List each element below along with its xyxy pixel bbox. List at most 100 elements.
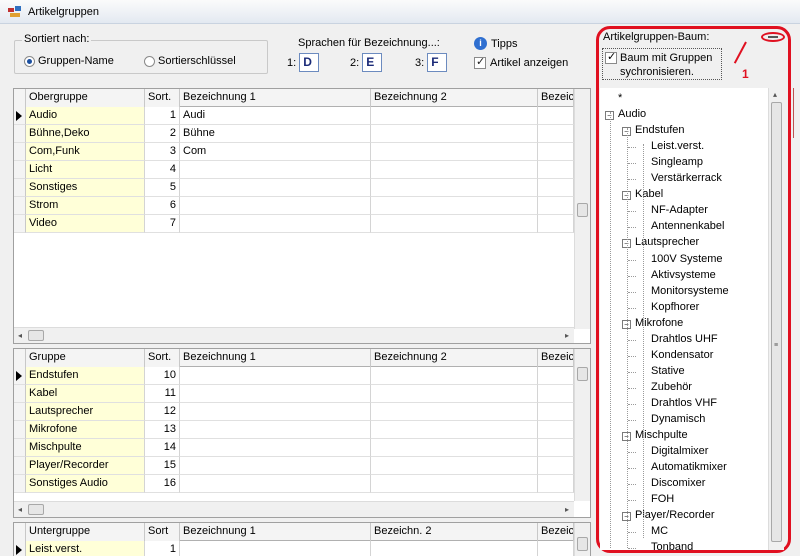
- col-header-bezeichnung-2[interactable]: Bezeichn. 2: [371, 523, 538, 541]
- cell-bezeichnung-1[interactable]: [180, 403, 371, 421]
- table-row[interactable]: [14, 233, 574, 251]
- cell-bezeichnung-3[interactable]: [538, 439, 574, 457]
- col-header-sort[interactable]: Sort.: [145, 89, 180, 107]
- cell-bezeichnung-2[interactable]: [371, 403, 538, 421]
- cell-name[interactable]: Sonstiges: [26, 179, 145, 197]
- language-1-input[interactable]: D: [299, 53, 320, 72]
- col-header-bezeichnung-3[interactable]: Bezeic: [538, 89, 574, 107]
- col-header-bezeichnung-1[interactable]: Bezeichnung 1: [180, 349, 371, 367]
- tipps-button[interactable]: i Tipps: [474, 37, 518, 50]
- col-header-obergruppe[interactable]: Obergruppe: [26, 89, 145, 107]
- cell-name[interactable]: Mischpulte: [26, 439, 145, 457]
- cell-bezeichnung-3[interactable]: [538, 125, 574, 143]
- table-row[interactable]: Sonstiges Audio 16: [14, 475, 574, 493]
- obergruppe-grid[interactable]: Obergruppe Sort. Bezeichnung 1 Bezeichnu…: [13, 88, 591, 344]
- cell-sort[interactable]: 15: [145, 457, 180, 475]
- cell-name[interactable]: Audio: [26, 107, 145, 125]
- tree-node[interactable]: − Audio: [600, 107, 768, 121]
- tree-node[interactable]: Tonband: [600, 540, 768, 550]
- cell-bezeichnung-3[interactable]: [538, 367, 574, 385]
- col-header-bezeichnung-1[interactable]: Bezeichnung 1: [180, 89, 371, 107]
- cell-bezeichnung-1[interactable]: [180, 367, 371, 385]
- cell-bezeichnung-2[interactable]: [371, 179, 538, 197]
- col-header-sort[interactable]: Sort: [145, 523, 180, 541]
- cell-bezeichnung-1[interactable]: [180, 179, 371, 197]
- table-row[interactable]: [14, 269, 574, 287]
- cell-name[interactable]: Video: [26, 215, 145, 233]
- cell-sort[interactable]: 3: [145, 143, 180, 161]
- cell-name[interactable]: Kabel: [26, 385, 145, 403]
- col-header-untergruppe[interactable]: Untergruppe: [26, 523, 145, 541]
- tree-node[interactable]: Leist.verst.: [600, 139, 768, 153]
- cell-sort[interactable]: 12: [145, 403, 180, 421]
- cell-name[interactable]: Licht: [26, 161, 145, 179]
- cell-bezeichnung-1[interactable]: [180, 215, 371, 233]
- cell-bezeichnung-1[interactable]: [180, 161, 371, 179]
- cell-sort[interactable]: 13: [145, 421, 180, 439]
- cell-bezeichnung-1[interactable]: [180, 421, 371, 439]
- tree-node[interactable]: Dynamisch: [600, 412, 768, 426]
- tree-node[interactable]: Digitalmixer: [600, 444, 768, 458]
- table-row[interactable]: Audio 1 Audi: [14, 107, 574, 125]
- cell-name[interactable]: Com,Funk: [26, 143, 145, 161]
- scroll-right-icon[interactable]: ▸: [565, 331, 569, 340]
- scroll-up-icon[interactable]: ▴: [773, 90, 777, 99]
- tree-node[interactable]: Kopfhorer: [600, 300, 768, 314]
- cell-bezeichnung-2[interactable]: [371, 197, 538, 215]
- cell-bezeichnung-1[interactable]: [180, 385, 371, 403]
- cell-sort[interactable]: 16: [145, 475, 180, 493]
- col-header-bezeichnung-2[interactable]: Bezeichnung 2: [371, 349, 538, 367]
- article-group-tree[interactable]: * − Audio − Endstufen Leist.verst. Singleamp Ve…: [600, 88, 768, 550]
- table-row[interactable]: Mischpulte 14: [14, 439, 574, 457]
- col-header-bezeichnung-2[interactable]: Bezeichnung 2: [371, 89, 538, 107]
- table-row[interactable]: [14, 305, 574, 323]
- untergruppe-grid[interactable]: Untergruppe Sort Bezeichnung 1 Bezeichn.…: [13, 522, 591, 556]
- table-row[interactable]: Lautsprecher 12: [14, 403, 574, 421]
- tree-node[interactable]: Aktivsysteme: [600, 268, 768, 282]
- cell-bezeichnung-1[interactable]: Audi: [180, 107, 371, 125]
- tree-node[interactable]: − Endstufen: [600, 123, 768, 137]
- cell-sort[interactable]: 1: [145, 541, 180, 556]
- cell-bezeichnung-3[interactable]: [538, 403, 574, 421]
- tree-node[interactable]: Discomixer: [600, 476, 768, 490]
- col-header-gruppe[interactable]: Gruppe: [26, 349, 145, 367]
- tree-node[interactable]: Verstärkerrack: [600, 171, 768, 185]
- cell-bezeichnung-3[interactable]: [538, 215, 574, 233]
- scroll-thumb[interactable]: [28, 330, 44, 341]
- cell-name[interactable]: Strom: [26, 197, 145, 215]
- cell-bezeichnung-2[interactable]: [371, 421, 538, 439]
- cell-bezeichnung-3[interactable]: [538, 457, 574, 475]
- table-row[interactable]: [14, 287, 574, 305]
- tree-node[interactable]: 100V Systeme: [600, 252, 768, 266]
- scroll-thumb[interactable]: [771, 102, 782, 542]
- scroll-thumb[interactable]: [577, 203, 588, 217]
- table-row[interactable]: Player/Recorder 15: [14, 457, 574, 475]
- cell-bezeichnung-1[interactable]: [180, 541, 371, 556]
- cell-sort[interactable]: 5: [145, 179, 180, 197]
- show-articles-checkbox[interactable]: Artikel anzeigen: [474, 55, 568, 69]
- tree-node[interactable]: FOH: [600, 492, 768, 506]
- cell-name[interactable]: Endstufen: [26, 367, 145, 385]
- cell-bezeichnung-2[interactable]: [371, 215, 538, 233]
- scroll-right-icon[interactable]: ▸: [565, 505, 569, 514]
- cell-bezeichnung-3[interactable]: [538, 475, 574, 493]
- cell-bezeichnung-2[interactable]: [371, 385, 538, 403]
- table-row[interactable]: Bühne,Deko 2 Bühne: [14, 125, 574, 143]
- tree-node[interactable]: − Mikrofone: [600, 316, 768, 330]
- cell-bezeichnung-3[interactable]: [538, 421, 574, 439]
- cell-bezeichnung-2[interactable]: [371, 161, 538, 179]
- cell-bezeichnung-3[interactable]: [538, 143, 574, 161]
- table-row[interactable]: Leist.verst. 1: [14, 541, 574, 556]
- cell-name[interactable]: Bühne,Deko: [26, 125, 145, 143]
- table-row[interactable]: Com,Funk 3 Com: [14, 143, 574, 161]
- tree-node[interactable]: − Lautsprecher: [600, 235, 768, 249]
- cell-sort[interactable]: 10: [145, 367, 180, 385]
- tree-node[interactable]: − Kabel: [600, 187, 768, 201]
- tree-node[interactable]: Zubehör: [600, 380, 768, 394]
- scroll-left-icon[interactable]: ◂: [18, 331, 22, 340]
- cell-bezeichnung-3[interactable]: [538, 385, 574, 403]
- language-3-input[interactable]: F: [427, 53, 448, 72]
- cell-bezeichnung-2[interactable]: [371, 143, 538, 161]
- horizontal-scrollbar[interactable]: ◂ ▸: [14, 501, 574, 517]
- cell-sort[interactable]: 6: [145, 197, 180, 215]
